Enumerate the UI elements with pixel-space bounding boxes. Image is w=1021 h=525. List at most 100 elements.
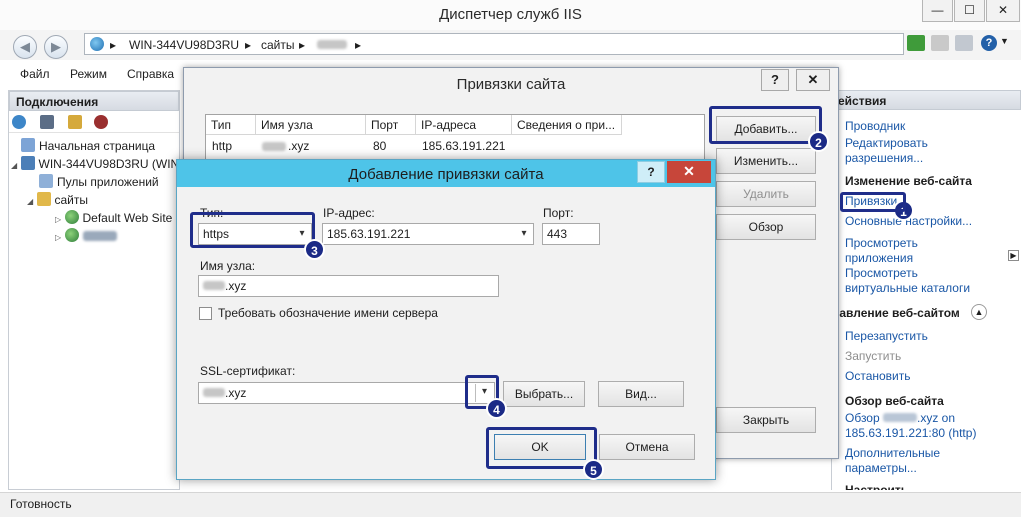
bindings-help-button[interactable]: ? (761, 69, 789, 91)
ip-label: IP-адрес: (323, 206, 375, 220)
server-icon (20, 156, 35, 170)
cell-port: 80 (373, 139, 387, 153)
tree-sites[interactable]: ◢ сайты (27, 192, 88, 207)
cancel-button[interactable]: Отмена (599, 434, 695, 460)
disconnect-icon[interactable] (94, 115, 108, 129)
highlight-ok-button (486, 427, 597, 469)
action-start: Запустить (845, 349, 902, 363)
tree-selected-site[interactable]: ▷ (55, 228, 117, 243)
ip-select[interactable]: 185.63.191.221 ▾ (322, 223, 534, 245)
port-input[interactable]: 443 (542, 223, 600, 245)
sni-checkbox[interactable] (199, 307, 212, 320)
connections-toolbar (9, 111, 179, 133)
breadcrumb-server[interactable]: WIN-344VU98D3RU (129, 38, 239, 52)
stop-icon[interactable] (931, 35, 949, 51)
cell-ip: 185.63.191.221 (422, 139, 506, 153)
new-folder-icon[interactable] (68, 115, 82, 129)
action-view-apps-line2[interactable]: приложения (845, 251, 913, 265)
column-header-info[interactable]: Сведения о при... (512, 115, 622, 135)
configure-header: Настроить (845, 483, 909, 490)
edit-binding-button[interactable]: Изменить... (716, 148, 816, 174)
connect-globe-icon[interactable] (12, 115, 26, 129)
home-icon[interactable] (955, 35, 973, 51)
tree-start-page[interactable]: Начальная страница (21, 138, 155, 153)
port-label: Порт: (543, 206, 574, 220)
help-dropdown-chevron-icon[interactable]: ▼ (1000, 36, 1009, 46)
annotation-badge-3: 3 (304, 239, 325, 260)
action-restart[interactable]: Перезапустить (845, 329, 928, 343)
breadcrumb-separator: ▸ (110, 38, 117, 52)
redacted-site-name (82, 231, 117, 241)
minimize-button[interactable]: — (922, 0, 953, 22)
bindings-close-x-button[interactable]: ✕ (796, 69, 830, 91)
action-view-apps-line1[interactable]: Просмотреть (845, 236, 918, 250)
menu-view[interactable]: Режим (70, 67, 107, 81)
action-advanced-line2[interactable]: параметры... (845, 461, 917, 475)
tree-server[interactable]: ◢ WIN-344VU98D3RU (WIN (11, 156, 179, 171)
action-edit-permissions[interactable]: Редактировать разрешения... (845, 136, 965, 166)
actions-header: ействия (832, 90, 1021, 110)
close-bindings-button[interactable]: Закрыть (716, 407, 816, 433)
add-dialog-title: Добавление привязки сайта (348, 166, 544, 183)
collapse-arrow-icon[interactable]: ◢ (11, 161, 17, 170)
connections-pane: Подключения Начальная страница ◢ WIN-344… (8, 90, 180, 490)
expand-arrow-icon[interactable]: ▷ (55, 215, 61, 224)
ssl-certificate-select[interactable]: .xyz ▾ (198, 382, 495, 404)
expand-arrow-icon[interactable]: ▷ (55, 233, 61, 242)
help-icon[interactable]: ? (981, 35, 997, 51)
globe-icon (90, 37, 104, 51)
column-header-port[interactable]: Порт (366, 115, 416, 135)
redacted-site-name (317, 40, 347, 49)
action-explorer[interactable]: Проводник (845, 119, 905, 133)
view-certificate-button[interactable]: Вид... (598, 381, 684, 407)
connections-header: Подключения (9, 91, 179, 111)
action-browse-address[interactable]: 185.63.191.221:80 (http) (845, 426, 976, 440)
refresh-icon[interactable] (907, 35, 925, 51)
select-certificate-button[interactable]: Выбрать... (503, 381, 585, 407)
actions-pane: ействия Проводник Редактировать разрешен… (831, 90, 1021, 490)
collapse-section-icon[interactable]: ▲ (971, 304, 987, 320)
action-view-vdirs-line1[interactable]: Просмотреть (845, 266, 918, 280)
address-bar[interactable]: ▸ WIN-344VU98D3RU ▸ сайты ▸ ▸ (84, 33, 904, 55)
collapse-arrow-icon[interactable]: ◢ (27, 197, 33, 206)
column-header-ip[interactable]: IP-адреса (416, 115, 512, 135)
add-dialog-close-button[interactable]: ✕ (667, 161, 711, 183)
breadcrumb-separator: ▸ (355, 38, 362, 52)
breadcrumb-separator: ▸ (299, 38, 306, 52)
breadcrumb-separator: ▸ (245, 38, 252, 52)
window-title: Диспетчер служб IIS (439, 6, 582, 23)
action-stop[interactable]: Остановить (845, 369, 911, 383)
maximize-button[interactable]: ☐ (954, 0, 985, 22)
site-globe-icon (64, 210, 79, 224)
column-header-host[interactable]: Имя узла (256, 115, 366, 135)
browse-binding-button[interactable]: Обзор (716, 214, 816, 240)
manage-site-header: равление веб-сайтом (832, 306, 960, 320)
tree-app-pools[interactable]: Пулы приложений (39, 174, 159, 189)
scroll-arrow-icon[interactable]: ▶ (1008, 250, 1019, 261)
menu-file[interactable]: Файл (20, 67, 50, 81)
highlight-add-button (709, 106, 822, 144)
breadcrumb-sites[interactable]: сайты (261, 38, 295, 52)
action-advanced-line1[interactable]: Дополнительные (845, 446, 940, 460)
cell-type: http (212, 139, 233, 153)
save-icon[interactable] (40, 115, 54, 129)
tree-default-site[interactable]: ▷ Default Web Site (55, 210, 172, 225)
redacted-host (203, 281, 225, 290)
forward-arrow-icon[interactable]: ▶ (44, 35, 68, 59)
redacted-site-name (883, 413, 918, 422)
redacted-certificate (203, 388, 225, 397)
menu-help[interactable]: Справка (127, 67, 174, 81)
window-close-button[interactable]: ✕ (986, 0, 1020, 22)
add-dialog-help-button[interactable]: ? (637, 161, 665, 183)
edit-site-header: Изменение веб-сайта (845, 174, 972, 188)
action-view-vdirs-line2[interactable]: виртуальные каталоги (845, 281, 970, 295)
cell-host: .xyz (288, 139, 310, 153)
column-header-type[interactable]: Тип (206, 115, 256, 135)
action-browse-site[interactable]: Обзор .xyz on (845, 411, 955, 425)
host-input[interactable]: .xyz (198, 275, 499, 297)
back-arrow-icon[interactable]: ◀ (13, 35, 37, 59)
remove-binding-button: Удалить (716, 181, 816, 207)
status-text: Готовность (10, 497, 72, 511)
table-row[interactable]: http .xyz 80 185.63.191.221 (206, 136, 704, 156)
start-page-icon (21, 138, 35, 152)
